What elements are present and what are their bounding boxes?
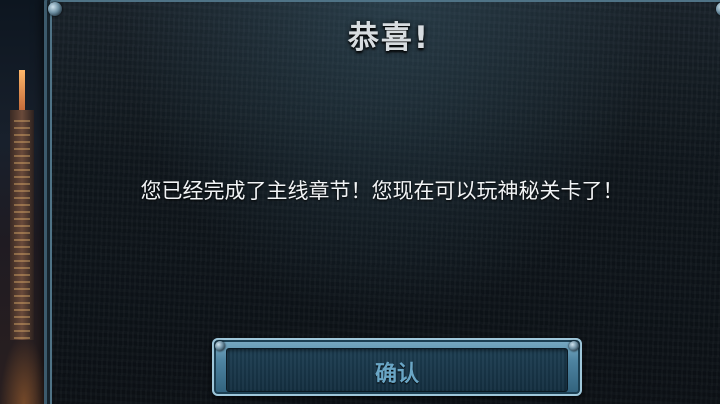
congratulations-dialog: 恭喜! 您已经完成了主线章节！您现在可以玩神秘关卡了！ 确认 [44,0,720,404]
background-city-skyline [0,0,48,404]
rivet-icon [569,341,579,351]
rivet-icon [215,341,225,351]
confirm-button[interactable]: 确认 [212,338,582,396]
confirm-button-face[interactable]: 确认 [226,348,568,392]
dialog-message: 您已经完成了主线章节！您现在可以玩神秘关卡了！ [140,179,624,203]
game-screen: 恭喜! 您已经完成了主线章节！您现在可以玩神秘关卡了！ 确认 [0,0,720,404]
city-glow [0,334,48,404]
dialog-title: 恭喜! [347,20,431,56]
confirm-button-label: 确认 [374,362,419,387]
tower-silhouette [10,70,34,340]
